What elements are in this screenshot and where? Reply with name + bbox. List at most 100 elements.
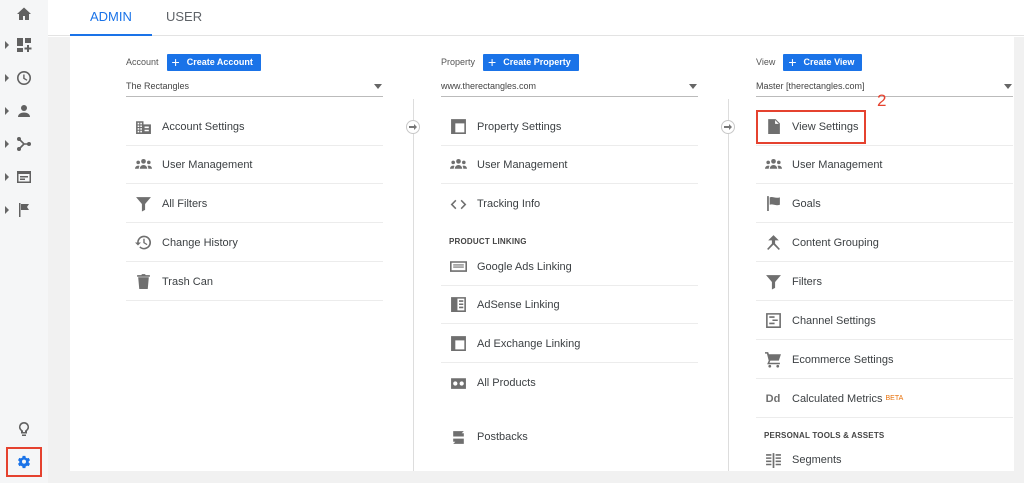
conversions-nav-item[interactable]: [0, 196, 48, 224]
column-divider: [413, 99, 414, 471]
google-ads-linking-label: Google Ads Linking: [477, 260, 572, 273]
expand-caret-icon: [5, 173, 9, 181]
account-settings-label: Account Settings: [162, 120, 245, 133]
postbacks-icon: [448, 427, 468, 447]
all-filters-label: All Filters: [162, 197, 208, 210]
filter-icon: [133, 194, 153, 214]
all-filters-item[interactable]: All Filters: [126, 185, 383, 223]
conversions-flag-icon: [19, 203, 29, 217]
audience-nav-item[interactable]: [0, 97, 48, 125]
filters-item[interactable]: Filters: [756, 263, 1013, 301]
account-selected-value: The Rectangles: [126, 81, 190, 91]
account-user-management-item[interactable]: User Management: [126, 146, 383, 184]
property-label: Property: [441, 57, 476, 67]
audience-person-icon: [18, 105, 30, 117]
tab-admin[interactable]: ADMIN: [70, 0, 152, 36]
view-settings-highlight-box: [756, 110, 866, 144]
create-property-label: Create Property: [503, 57, 571, 67]
property-header: Property + Create Property: [441, 53, 579, 71]
home-nav-item[interactable]: [0, 0, 48, 28]
tracking-info-label: Tracking Info: [477, 198, 541, 210]
account-user-management-label: User Management: [162, 158, 253, 171]
discover-bulb-icon: [19, 422, 29, 436]
property-settings-item[interactable]: Property Settings: [441, 108, 698, 146]
postbacks-label: Postbacks: [477, 431, 528, 443]
realtime-nav-item[interactable]: [0, 64, 48, 92]
admin-nav-item[interactable]: [6, 447, 42, 477]
goals-item[interactable]: Goals: [756, 185, 1013, 223]
behavior-nav-item[interactable]: [0, 163, 48, 191]
create-account-button[interactable]: + Create Account: [166, 53, 261, 71]
personal-tools-heading: PERSONAL TOOLS & ASSETS: [764, 431, 885, 440]
postbacks-item[interactable]: Postbacks: [441, 418, 698, 456]
account-settings-item[interactable]: Account Settings: [126, 108, 383, 146]
view-label: View: [756, 57, 776, 67]
expand-caret-icon: [5, 41, 9, 49]
ad-exchange-icon: [448, 334, 468, 354]
trash-icon: [133, 272, 153, 292]
discover-nav-item[interactable]: [0, 415, 48, 443]
adsense-icon: [448, 295, 468, 315]
property-settings-icon: [448, 117, 468, 137]
google-ads-icon: [448, 257, 468, 277]
expand-caret-icon: [5, 74, 9, 82]
ecommerce-settings-item[interactable]: Ecommerce Settings: [756, 341, 1013, 379]
view-header: View + Create View: [756, 53, 863, 71]
property-selected-value: www.therectangles.com: [441, 81, 537, 91]
admin-tab-bar: ADMIN USER: [48, 0, 1024, 36]
plus-icon: +: [788, 54, 797, 70]
change-history-item[interactable]: Change History: [126, 224, 383, 262]
all-products-label: All Products: [477, 377, 536, 389]
account-selector[interactable]: The Rectangles: [126, 79, 383, 97]
create-view-button[interactable]: + Create View: [783, 53, 863, 71]
property-user-management-item[interactable]: User Management: [441, 146, 698, 184]
acquisition-icon: [17, 137, 31, 151]
plus-icon: +: [171, 54, 180, 70]
beta-badge: BETA: [885, 395, 904, 402]
adsense-linking-item[interactable]: AdSense Linking: [441, 286, 698, 324]
column-divider: [728, 99, 729, 471]
dashboards-icon: [17, 38, 32, 52]
filter-icon: [763, 272, 783, 292]
admin-gear-icon: [18, 455, 30, 469]
plus-icon: +: [488, 54, 497, 70]
google-ads-linking-item[interactable]: Google Ads Linking: [441, 248, 698, 286]
arrow-right-icon: [721, 120, 735, 134]
segments-item[interactable]: Segments: [756, 441, 1013, 479]
trash-can-label: Trash Can: [162, 275, 213, 288]
channel-settings-item[interactable]: Channel Settings: [756, 302, 1013, 340]
content-grouping-label: Content Grouping: [792, 236, 879, 249]
history-icon: [133, 233, 153, 253]
gutter-left: [48, 37, 70, 483]
left-nav-rail: [0, 0, 48, 483]
ad-exchange-linking-item[interactable]: Ad Exchange Linking: [441, 325, 698, 363]
people-icon: [448, 155, 468, 175]
channel-settings-icon: [763, 311, 783, 331]
view-user-management-label: User Management: [792, 158, 883, 171]
gutter-right: [1014, 37, 1024, 483]
adsense-linking-label: AdSense Linking: [477, 298, 560, 311]
admin-content: Account + Create Account The Rectangles …: [70, 37, 1014, 471]
customization-nav-item[interactable]: [0, 31, 48, 59]
channel-settings-label: Channel Settings: [792, 314, 876, 327]
property-selector[interactable]: www.therectangles.com: [441, 79, 698, 97]
create-account-label: Create Account: [186, 57, 253, 67]
calculated-metrics-item[interactable]: Dd Calculated Metrics BETA: [756, 380, 1013, 418]
arrow-right-icon: [406, 120, 420, 134]
code-icon: [448, 194, 468, 214]
all-products-item[interactable]: All Products: [441, 364, 698, 402]
goals-label: Goals: [792, 197, 821, 210]
all-products-icon: [448, 373, 468, 393]
property-settings-label: Property Settings: [477, 120, 562, 133]
trash-can-item[interactable]: Trash Can: [126, 263, 383, 301]
dropdown-arrow-icon: [1004, 84, 1012, 89]
create-property-button[interactable]: + Create Property: [483, 53, 579, 71]
filters-label: Filters: [792, 275, 822, 288]
people-icon: [763, 155, 783, 175]
tab-user[interactable]: USER: [146, 0, 222, 36]
content-grouping-item[interactable]: Content Grouping: [756, 224, 1013, 262]
segments-icon: [763, 450, 783, 470]
acquisition-nav-item[interactable]: [0, 130, 48, 158]
tracking-info-item[interactable]: Tracking Info: [441, 185, 698, 223]
view-user-management-item[interactable]: User Management: [756, 146, 1013, 184]
